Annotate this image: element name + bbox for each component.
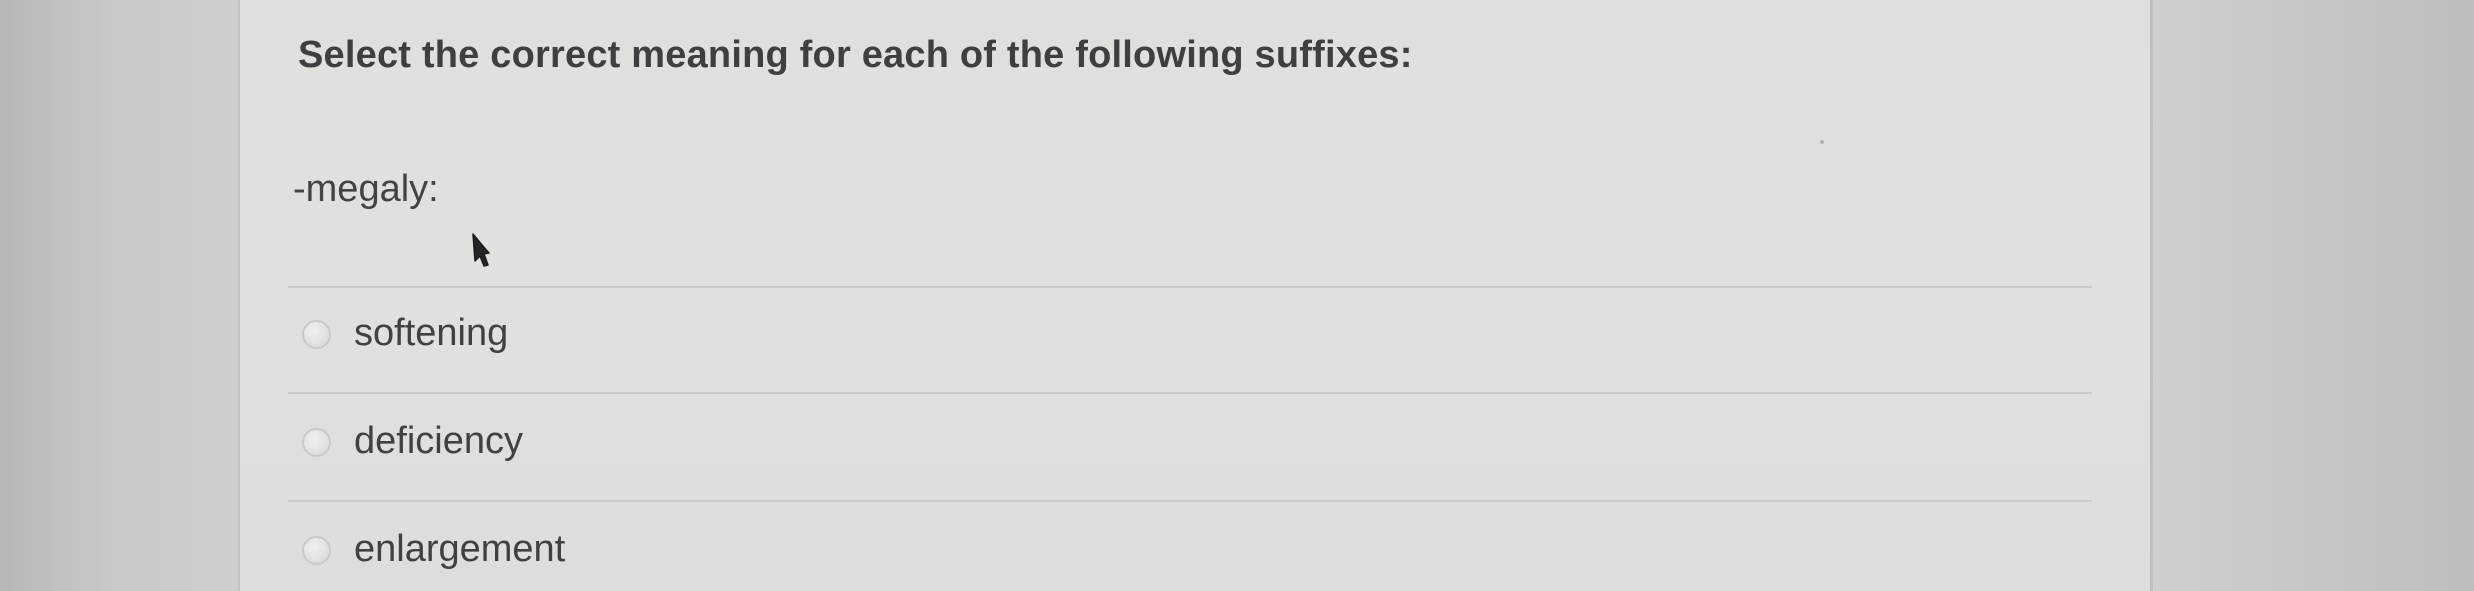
option-label[interactable]: softening (354, 312, 508, 355)
divider (288, 500, 2092, 502)
radio-button-icon[interactable] (302, 428, 331, 457)
option-label[interactable]: enlargement (354, 528, 565, 571)
option-label[interactable]: deficiency (354, 420, 523, 463)
mouse-pointer-icon (472, 233, 490, 267)
screen-speck (1820, 140, 1824, 144)
radio-button-icon[interactable] (302, 320, 331, 349)
divider (288, 392, 2092, 394)
option-enlargement[interactable]: enlargement (290, 522, 1190, 582)
left-margin (0, 0, 238, 591)
right-margin (2150, 0, 2474, 591)
suffix-term: -megaly: (293, 168, 439, 210)
option-deficiency[interactable]: deficiency (290, 414, 1190, 474)
option-softening[interactable]: softening (290, 306, 1190, 366)
question-panel: Select the correct meaning for each of t… (238, 0, 2150, 591)
radio-button-icon[interactable] (302, 536, 331, 565)
question-title: Select the correct meaning for each of t… (298, 34, 1413, 76)
divider (288, 286, 2092, 288)
screenshot-stage: Select the correct meaning for each of t… (0, 0, 2474, 591)
